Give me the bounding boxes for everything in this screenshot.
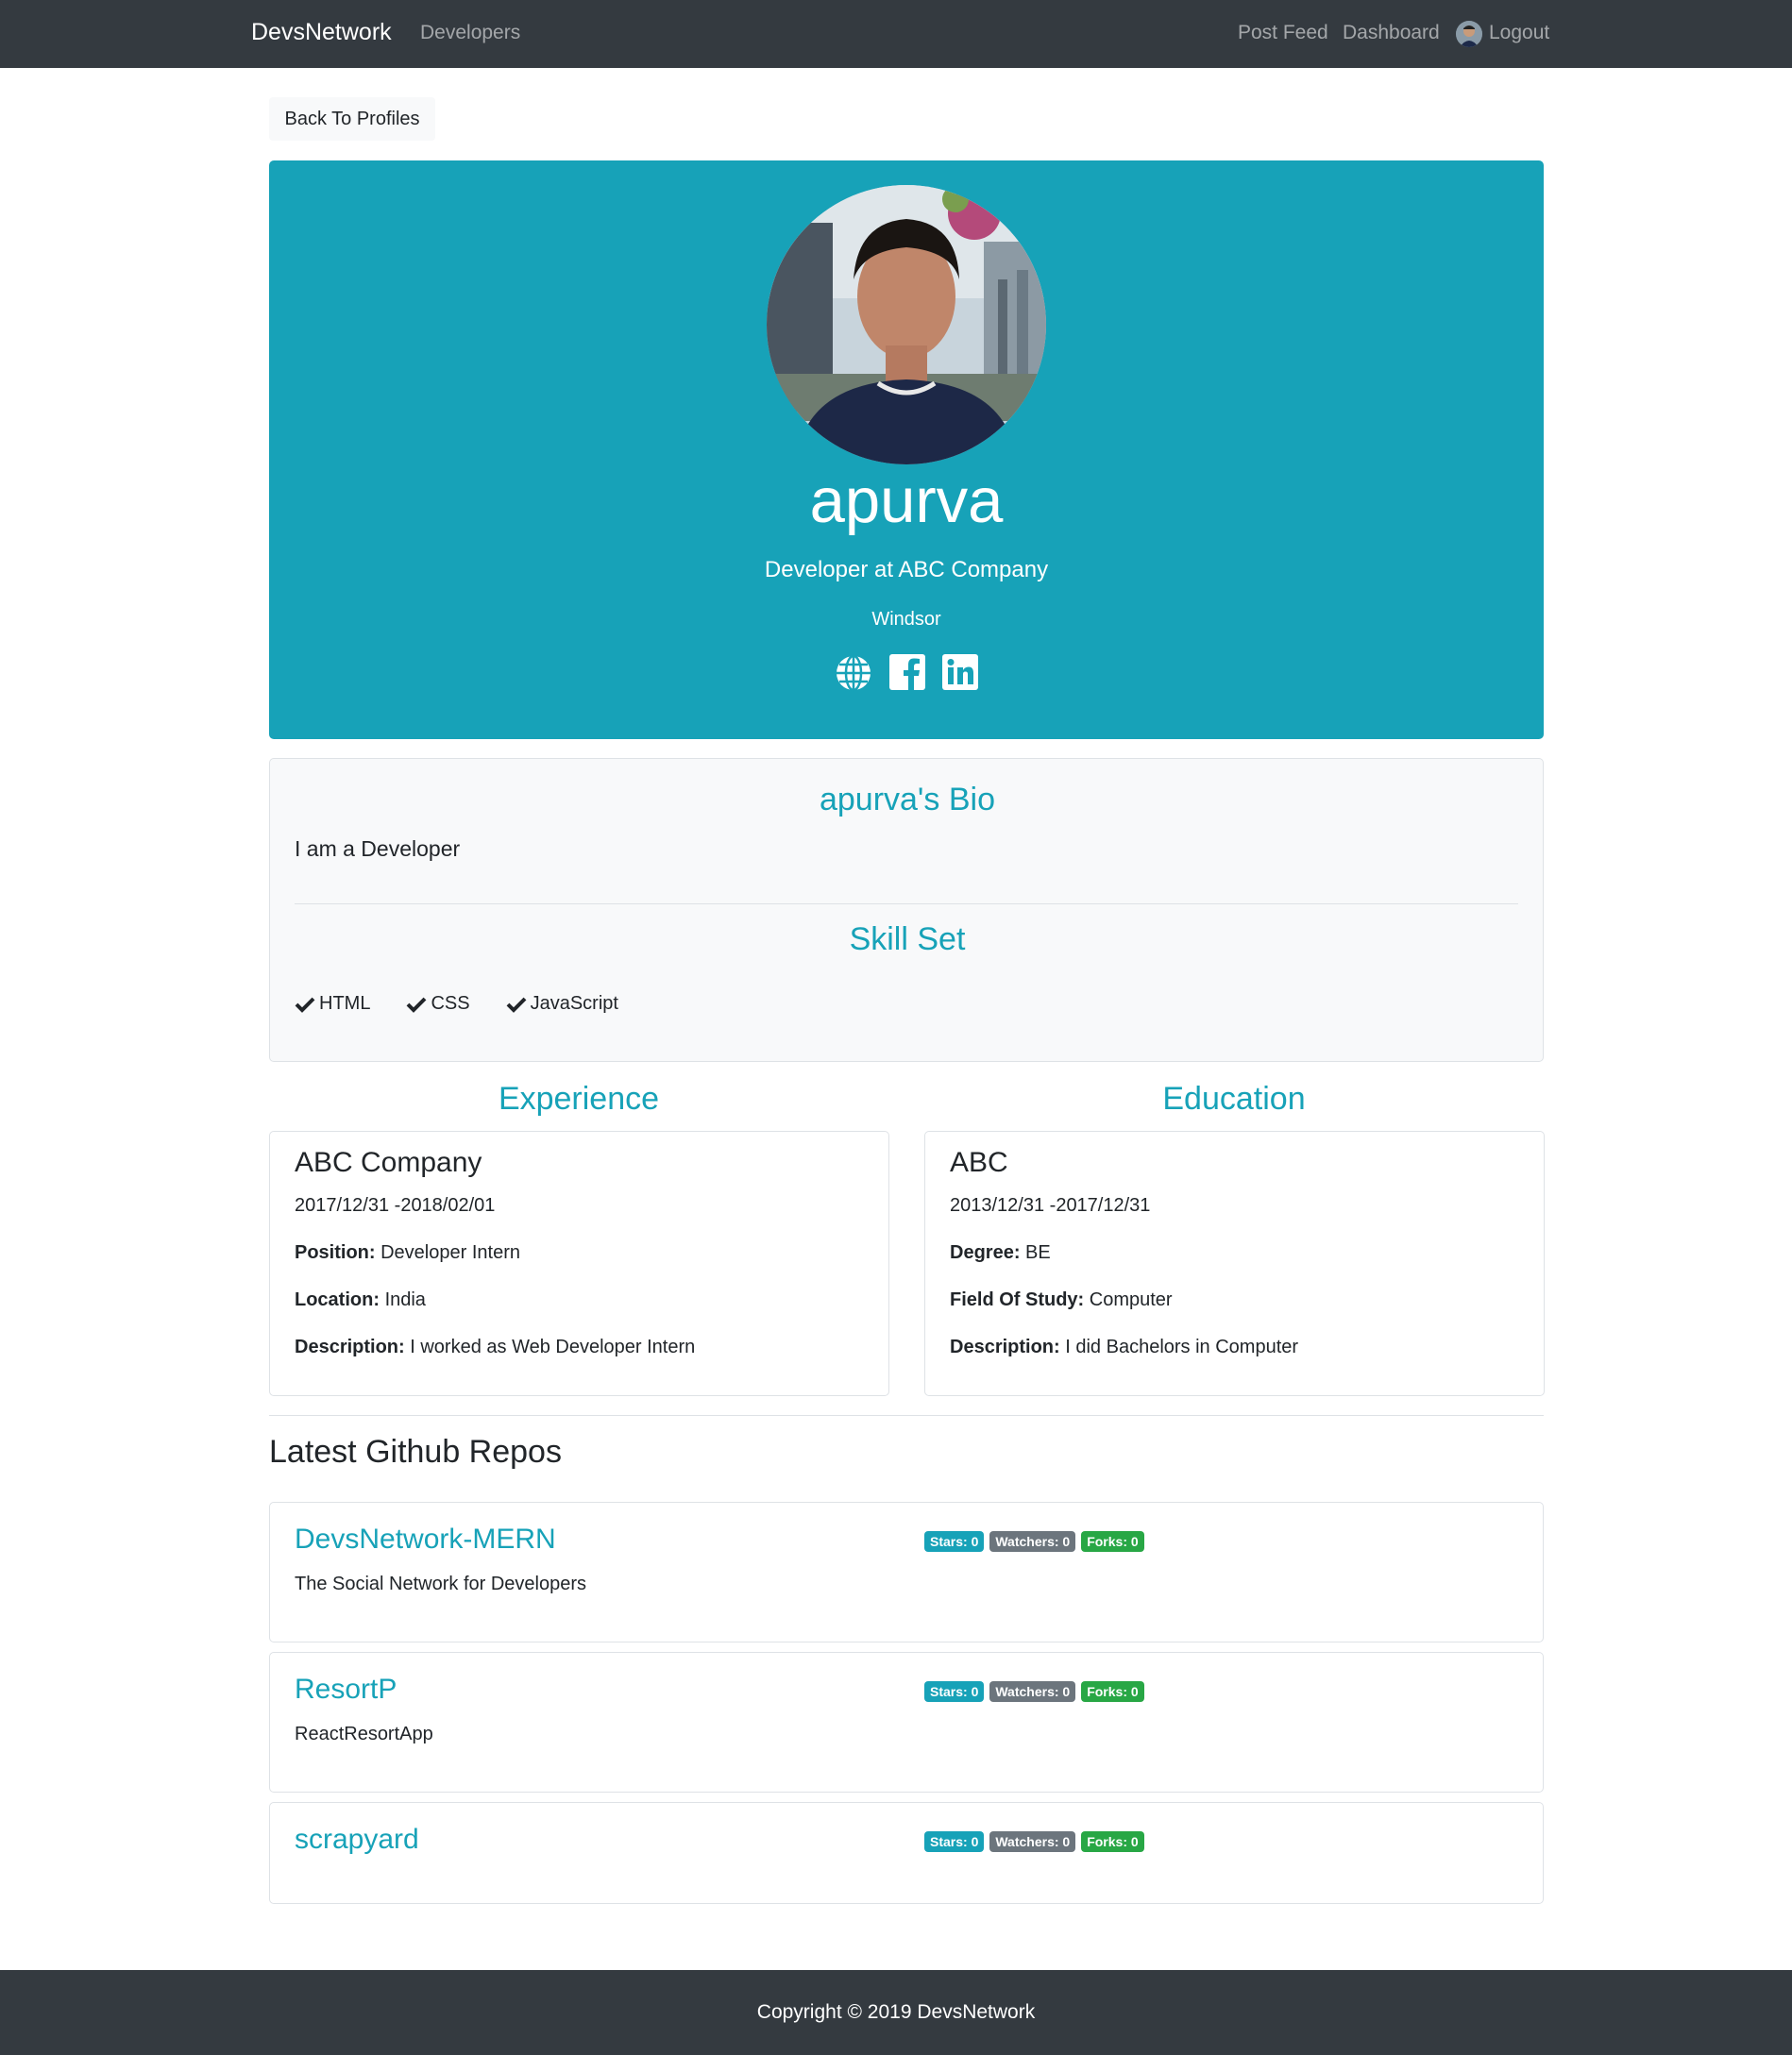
repo-badges: Stars: 0 Watchers: 0 Forks: 0	[924, 1831, 1144, 1852]
experience-dates: 2017/12/31 -2018/02/01	[295, 1195, 496, 1216]
skills-title: Skill Set	[849, 921, 966, 957]
profile-status: Developer at ABC Company	[764, 557, 1049, 582]
skill-label: HTML	[319, 993, 371, 1014]
stars-badge: Stars: 0	[924, 1681, 985, 1702]
repo-card: scrapyard Stars: 0 Watchers: 0 Forks: 0	[269, 1802, 1544, 1904]
repo-description: The Social Network for Developers	[295, 1574, 587, 1594]
check-icon	[295, 997, 315, 1013]
watchers-badge: Watchers: 0	[989, 1681, 1076, 1702]
facebook-icon[interactable]	[889, 654, 925, 692]
repo-description: ReactResortApp	[295, 1724, 433, 1744]
bio-text: I am a Developer	[295, 836, 461, 861]
experience-title: Experience	[498, 1081, 660, 1117]
skill-label: JavaScript	[530, 993, 618, 1014]
brand-link[interactable]: DevsNetwork	[251, 19, 392, 46]
social-links	[269, 654, 1544, 692]
repo-badges: Stars: 0 Watchers: 0 Forks: 0	[924, 1681, 1144, 1702]
experience-card: ABC Company 2017/12/31 -2018/02/01 Posit…	[269, 1131, 889, 1396]
education-card: ABC 2013/12/31 -2017/12/31 Degree: BE Fi…	[924, 1131, 1545, 1396]
forks-badge: Forks: 0	[1081, 1681, 1144, 1702]
repo-card: ResortP ReactResortApp Stars: 0 Watchers…	[269, 1652, 1544, 1793]
stars-badge: Stars: 0	[924, 1831, 985, 1852]
skill-list: HTML CSS JavaScript	[295, 993, 618, 1015]
skill-label: CSS	[431, 993, 470, 1014]
forks-badge: Forks: 0	[1081, 1531, 1144, 1552]
globe-icon[interactable]	[835, 654, 872, 692]
footer: Copyright © 2019 DevsNetwork	[0, 1970, 1792, 2055]
copyright-text: Copyright © 2019 DevsNetwork	[756, 2001, 1036, 2023]
education-school: ABC	[950, 1147, 1008, 1178]
watchers-badge: Watchers: 0	[989, 1531, 1076, 1552]
repos-title: Latest Github Repos	[269, 1434, 562, 1470]
profile-avatar	[767, 185, 1046, 464]
check-icon	[407, 997, 427, 1013]
repo-link[interactable]: DevsNetwork-MERN	[295, 1524, 556, 1556]
education-degree: Degree: BE	[950, 1242, 1051, 1263]
repo-link[interactable]: ResortP	[295, 1674, 397, 1706]
skill-item: JavaScript	[506, 993, 618, 1015]
nav-developers[interactable]: Developers	[420, 22, 520, 44]
skill-item: CSS	[406, 993, 470, 1015]
education-field: Field Of Study: Computer	[950, 1289, 1173, 1310]
experience-company: ABC Company	[295, 1147, 482, 1178]
divider	[295, 903, 1518, 904]
repo-link[interactable]: scrapyard	[295, 1824, 419, 1856]
linkedin-icon[interactable]	[942, 654, 978, 692]
experience-description: Description: I worked as Web Developer I…	[295, 1337, 696, 1357]
education-description: Description: I did Bachelors in Computer	[950, 1337, 1299, 1357]
profile-about: apurva's Bio I am a Developer Skill Set …	[269, 758, 1544, 1062]
navbar: DevsNetwork Developers Post Feed Dashboa…	[0, 0, 1792, 68]
education-title: Education	[1162, 1081, 1306, 1117]
check-icon	[506, 997, 526, 1013]
skill-item: HTML	[295, 993, 370, 1015]
nav-dashboard[interactable]: Dashboard	[1343, 22, 1440, 44]
user-avatar[interactable]	[1456, 21, 1482, 47]
watchers-badge: Watchers: 0	[989, 1831, 1076, 1852]
nav-logout[interactable]: Logout	[1489, 22, 1549, 44]
forks-badge: Forks: 0	[1081, 1831, 1144, 1852]
repo-badges: Stars: 0 Watchers: 0 Forks: 0	[924, 1531, 1144, 1552]
education-dates: 2013/12/31 -2017/12/31	[950, 1195, 1151, 1216]
experience-position: Position: Developer Intern	[295, 1242, 520, 1263]
stars-badge: Stars: 0	[924, 1531, 985, 1552]
profile-header: apurva Developer at ABC Company Windsor	[269, 160, 1544, 739]
profile-name: apurva	[809, 465, 1004, 536]
back-to-profiles-button[interactable]: Back To Profiles	[269, 97, 435, 141]
repo-card: DevsNetwork-MERN The Social Network for …	[269, 1502, 1544, 1642]
nav-post-feed[interactable]: Post Feed	[1238, 22, 1328, 44]
experience-location: Location: India	[295, 1289, 426, 1310]
divider	[269, 1415, 1544, 1416]
profile-location: Windsor	[871, 609, 941, 630]
bio-title: apurva's Bio	[819, 782, 996, 817]
